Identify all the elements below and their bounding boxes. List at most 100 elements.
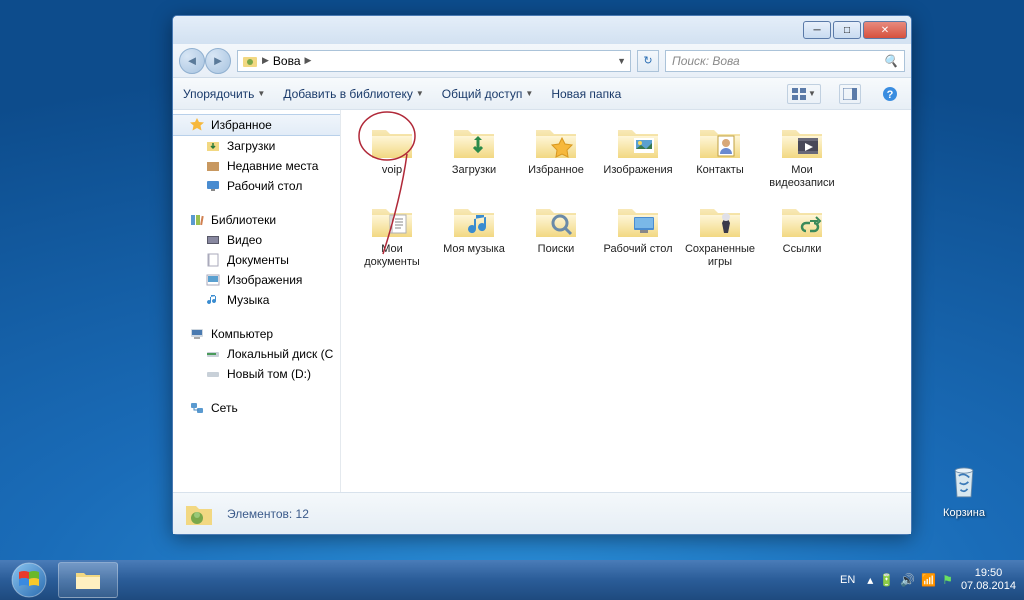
recent-places-icon (205, 158, 221, 174)
tray-show-hidden-icon[interactable]: ▴ (867, 573, 873, 587)
navigation-pane: Избранное Загрузки Недавние места Рабочи… (173, 110, 341, 492)
folder-icon (696, 122, 744, 162)
sidebar-item-downloads[interactable]: Загрузки (173, 136, 340, 156)
folder-icon (532, 201, 580, 241)
documents-icon (205, 252, 221, 268)
folder-icon (183, 498, 215, 530)
sidebar-item-local-disk-c[interactable]: Локальный диск (C (173, 344, 340, 364)
close-button[interactable]: ✕ (863, 21, 907, 39)
preview-pane-button[interactable] (839, 84, 861, 104)
sidebar-item-videos[interactable]: Видео (173, 230, 340, 250)
sidebar-item-recent[interactable]: Недавние места (173, 156, 340, 176)
address-history-dropdown[interactable]: ▼ (617, 56, 626, 66)
folder-icon (778, 122, 826, 162)
computer-icon (189, 326, 205, 342)
forward-button[interactable]: ► (205, 48, 231, 74)
folder-item[interactable]: Мои документы (351, 197, 433, 272)
libraries-icon (189, 212, 205, 228)
folder-icon (368, 201, 416, 241)
folder-label: Контакты (696, 164, 744, 176)
folder-label: Мои видеозаписи (769, 164, 834, 189)
help-button[interactable]: ? (879, 84, 901, 104)
desktop-icon (205, 178, 221, 194)
search-icon: 🔍 (883, 54, 898, 68)
folder-label: Мои документы (364, 243, 420, 268)
add-to-library-menu[interactable]: Добавить в библиотеку▼ (283, 87, 423, 101)
recycle-bin-label: Корзина (934, 507, 994, 519)
drive-icon (205, 346, 221, 362)
sidebar-item-pictures[interactable]: Изображения (173, 270, 340, 290)
sidebar-computer-header[interactable]: Компьютер (173, 324, 340, 344)
minimize-button[interactable]: ─ (803, 21, 831, 39)
folder-icon (614, 201, 662, 241)
sidebar-item-documents[interactable]: Документы (173, 250, 340, 270)
folder-label: Загрузки (452, 164, 496, 176)
maximize-button[interactable]: □ (833, 21, 861, 39)
view-options-button[interactable]: ▼ (787, 84, 821, 104)
folder-label: Ссылки (783, 243, 822, 255)
folder-content[interactable]: voip Загрузки Избранное Изображения Конт… (341, 110, 911, 492)
folder-icon (778, 201, 826, 241)
folder-item[interactable]: Мои видеозаписи (761, 118, 843, 193)
folder-label: Избранное (528, 164, 584, 176)
system-tray: EN ▴ 🔋 🔊 📶 ⚑ 19:50 07.08.2014 (836, 567, 1022, 593)
folder-icon (450, 122, 498, 162)
share-with-menu[interactable]: Общий доступ▼ (442, 87, 534, 101)
folder-item[interactable]: Моя музыка (433, 197, 515, 272)
explorer-window: ─ □ ✕ ◄ ► ▶ Вова ▶ ▼ ↻ Поиск: Вова 🔍 Упо… (172, 15, 912, 535)
folder-item[interactable]: voip (351, 118, 433, 193)
sidebar-item-desktop[interactable]: Рабочий стол (173, 176, 340, 196)
tray-battery-icon[interactable]: 🔋 (879, 573, 894, 587)
folder-item[interactable]: Контакты (679, 118, 761, 193)
folder-item[interactable]: Ссылки (761, 197, 843, 272)
search-placeholder: Поиск: Вова (672, 54, 740, 68)
user-folder-icon (242, 53, 258, 69)
taskbar-explorer-button[interactable] (58, 562, 118, 598)
sidebar-libraries-header[interactable]: Библиотеки (173, 210, 340, 230)
address-bar[interactable]: ▶ Вова ▶ ▼ (237, 50, 631, 72)
new-folder-button[interactable]: Новая папка (551, 87, 621, 101)
breadcrumb-item[interactable]: Вова (273, 54, 301, 68)
folder-item[interactable]: Сохраненные игры (679, 197, 761, 272)
folder-icon (532, 122, 580, 162)
titlebar[interactable]: ─ □ ✕ (173, 16, 911, 44)
back-button[interactable]: ◄ (179, 48, 205, 74)
refresh-button[interactable]: ↻ (637, 50, 659, 72)
organize-menu[interactable]: Упорядочить▼ (183, 87, 265, 101)
sidebar-network-header[interactable]: Сеть (173, 398, 340, 418)
folder-item[interactable]: Избранное (515, 118, 597, 193)
folder-label: Изображения (603, 164, 672, 176)
tray-volume-icon[interactable]: 🔊 (900, 573, 915, 587)
windows-logo-icon (11, 562, 47, 598)
toolbar: Упорядочить▼ Добавить в библиотеку▼ Общи… (173, 78, 911, 110)
tray-action-center-icon[interactable]: ⚑ (942, 573, 953, 587)
search-input[interactable]: Поиск: Вова 🔍 (665, 50, 905, 72)
folder-label: Сохраненные игры (685, 243, 755, 268)
svg-text:?: ? (887, 89, 894, 101)
folder-item[interactable]: Рабочий стол (597, 197, 679, 272)
sidebar-favorites-header[interactable]: Избранное (173, 114, 340, 136)
folder-item[interactable]: Изображения (597, 118, 679, 193)
folder-label: Рабочий стол (603, 243, 672, 255)
tray-network-icon[interactable]: 📶 (921, 573, 936, 587)
folder-icon (368, 122, 416, 162)
sidebar-item-music[interactable]: Музыка (173, 290, 340, 310)
sidebar-item-local-disk-d[interactable]: Новый том (D:) (173, 364, 340, 384)
status-text: Элементов: 12 (227, 507, 309, 521)
folder-item[interactable]: Загрузки (433, 118, 515, 193)
tray-clock[interactable]: 19:50 07.08.2014 (961, 567, 1016, 593)
folder-label: Поиски (538, 243, 575, 255)
folder-item[interactable]: Поиски (515, 197, 597, 272)
folder-icon (450, 201, 498, 241)
status-bar: Элементов: 12 (173, 492, 911, 534)
music-icon (205, 292, 221, 308)
breadcrumb-separator-icon: ▶ (305, 55, 312, 66)
folder-icon (696, 201, 744, 241)
language-indicator[interactable]: EN (836, 572, 859, 588)
pictures-icon (205, 272, 221, 288)
drive-icon (205, 366, 221, 382)
start-button[interactable] (2, 560, 56, 600)
recycle-bin[interactable]: Корзина (934, 460, 994, 519)
star-icon (189, 117, 205, 133)
recycle-bin-icon (943, 460, 985, 502)
